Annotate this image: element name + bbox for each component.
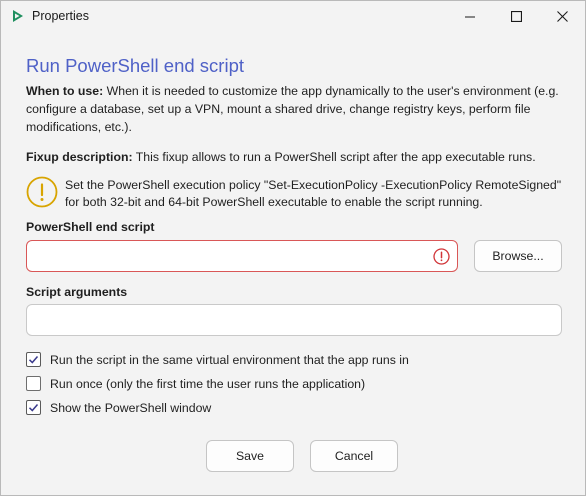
checkbox[interactable]	[26, 352, 41, 367]
fixup-description-label: Fixup description:	[26, 150, 133, 164]
title-bar: Properties	[1, 1, 585, 32]
maximize-button[interactable]	[493, 1, 539, 32]
fixup-description-body: This fixup allows to run a PowerShell sc…	[132, 150, 536, 164]
checkbox-label: Run once (only the first time the user r…	[50, 376, 366, 391]
close-icon	[556, 11, 568, 22]
checkbox-label: Run the script in the same virtual envir…	[50, 352, 409, 367]
script-arguments-input[interactable]	[26, 304, 562, 336]
checkmark-icon	[28, 404, 39, 412]
when-to-use-label: When to use:	[26, 84, 104, 98]
option-same-virtual-environment[interactable]: Run the script in the same virtual envir…	[26, 352, 409, 367]
warning-message: Set the PowerShell execution policy "Set…	[65, 178, 562, 209]
page-title: Run PowerShell end script	[26, 55, 244, 76]
option-show-powershell-window[interactable]: Show the PowerShell window	[26, 400, 211, 415]
maximize-icon	[510, 11, 522, 22]
minimize-icon	[465, 16, 475, 17]
close-button[interactable]	[539, 1, 585, 32]
error-icon	[433, 248, 450, 265]
properties-window: Properties Run PowerShell end script Whe…	[0, 0, 586, 496]
app-logo-icon	[13, 10, 23, 22]
script-field-label: PowerShell end script	[26, 220, 155, 234]
checkbox[interactable]	[26, 376, 41, 391]
when-to-use-text: When to use: When it is needed to custom…	[26, 82, 566, 136]
checkbox-label: Show the PowerShell window	[50, 400, 212, 415]
minimize-button[interactable]	[447, 1, 493, 32]
when-to-use-description: When it is needed to customize the app d…	[26, 84, 559, 134]
cancel-button[interactable]: Cancel	[310, 440, 398, 472]
script-arguments-label: Script arguments	[26, 285, 128, 299]
script-path-input[interactable]	[26, 240, 458, 272]
warning-icon	[26, 176, 58, 208]
fixup-description-text: Fixup description: This fixup allows to …	[26, 148, 566, 166]
checkmark-icon	[28, 356, 39, 364]
option-run-once[interactable]: Run once (only the first time the user r…	[26, 376, 365, 391]
window-title: Properties	[32, 9, 89, 23]
browse-button[interactable]: Browse...	[474, 240, 562, 272]
save-button[interactable]: Save	[206, 440, 294, 472]
checkbox[interactable]	[26, 400, 41, 415]
